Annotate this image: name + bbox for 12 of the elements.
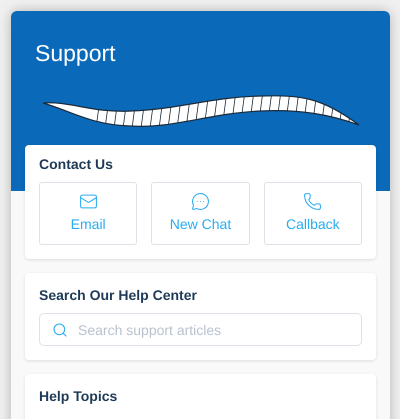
envelope-icon [78,192,98,211]
card-title: Contact Us [39,156,113,172]
search-icon [52,322,68,338]
contact-option-button[interactable]: Email [39,182,138,245]
chat-bubble-icon [190,192,210,211]
phone-icon [303,192,322,211]
page-title: Support [35,39,116,67]
card-title: Search Our Help Center [39,287,197,303]
card-title: Help Topics [39,388,118,404]
contact-option-button[interactable]: Callback [264,182,362,245]
contact-option-button[interactable]: New Chat [151,182,250,245]
search-field[interactable]: Search support articles [39,313,362,346]
